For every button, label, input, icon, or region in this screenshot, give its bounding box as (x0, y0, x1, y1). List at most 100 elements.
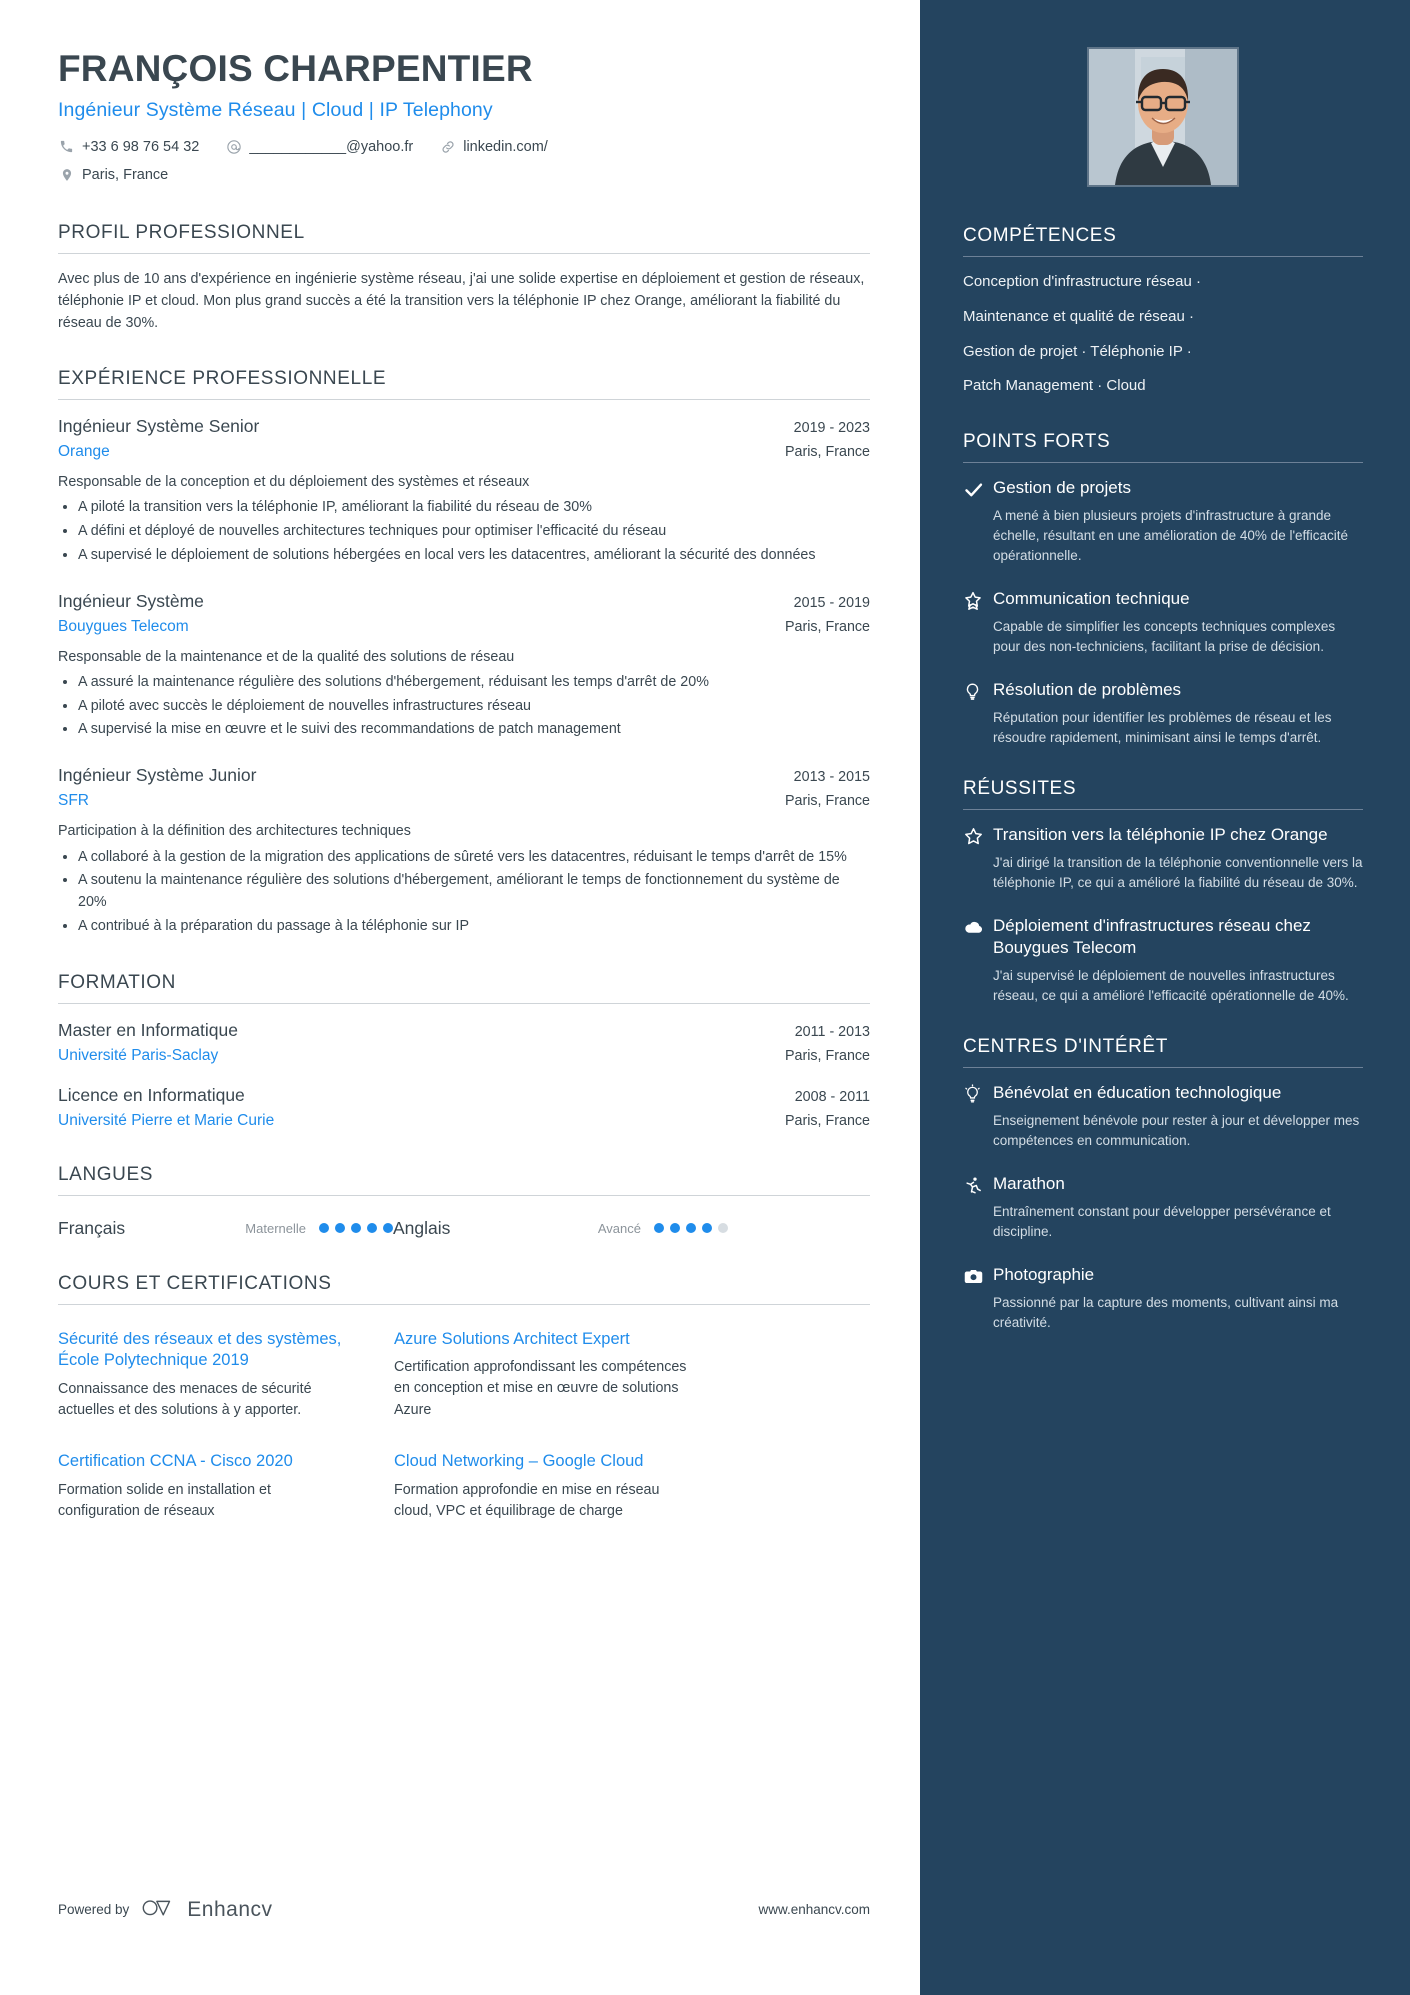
divider (963, 462, 1363, 463)
skill-line: Patch Management · Cloud (963, 377, 1146, 395)
strength-title: Résolution de problèmes (993, 680, 1182, 700)
achievement-title: Déploiement d'infrastructures réseau che… (993, 916, 1311, 958)
experience-entry: Ingénieur Système 2015 - 2019 Bouygues T… (58, 571, 870, 742)
experience-entry: Ingénieur Système Junior 2013 - 2015 SFR… (58, 745, 870, 937)
course-description: Formation approfondie en mise en réseau … (394, 1481, 660, 1519)
strength-item: Résolution de problèmes Réputation pour … (963, 679, 1363, 748)
professional-headline: Ingénieur Système Réseau | Cloud | IP Te… (58, 98, 493, 121)
interest-title: Marathon (993, 1174, 1065, 1194)
section-experience: EXPÉRIENCE PROFESSIONNELLE Ingénieur Sys… (58, 368, 870, 938)
contact-phone[interactable]: +33 6 98 76 54 32 (58, 134, 199, 160)
strength-description: Réputation pour identifier les problèmes… (993, 710, 1332, 746)
strength-title: Communication technique (993, 589, 1190, 608)
rating-dot-empty (718, 1223, 728, 1234)
rating-dot (383, 1223, 393, 1234)
sidebar: COMPÉTENCES Conception d'infrastructure … (920, 0, 1410, 1995)
language-name: Anglais (393, 1217, 451, 1238)
experience-company[interactable]: Bouygues Telecom (58, 618, 189, 636)
sidebar-title-interests: CENTRES D'INTÉRÊT (963, 1036, 1168, 1058)
course-title[interactable]: Cloud Networking – Google Cloud (394, 1451, 692, 1473)
contact-email[interactable]: ____________@yahoo.fr (225, 134, 413, 160)
avatar (1087, 47, 1239, 187)
star-badge-icon (963, 588, 993, 657)
course-item: Certification CCNA - Cisco 2020 Formatio… (58, 1451, 356, 1522)
experience-role: Ingénieur Système Senior (58, 416, 260, 437)
section-courses: COURS ET CERTIFICATIONS Sécurité des rés… (58, 1273, 870, 1545)
course-description: Formation solide en installation et conf… (58, 1482, 271, 1520)
course-title[interactable]: Azure Solutions Architect Expert (394, 1329, 692, 1351)
experience-company[interactable]: Orange (58, 443, 110, 461)
list-item: A défini et déployé de nouvelles archite… (78, 521, 870, 543)
list-item: A contribué à la préparation du passage … (78, 916, 870, 938)
education-degree: Master en Informatique (58, 1019, 238, 1040)
rating-dot (654, 1223, 664, 1234)
language-level: Avancé (597, 1220, 641, 1236)
education-entry: Master en Informatique 2011 - 2013 Unive… (58, 1018, 870, 1065)
course-item: Cloud Networking – Google Cloud Formatio… (394, 1451, 692, 1522)
footer-website[interactable]: www.enhancv.com (758, 1902, 870, 1917)
education-location: Paris, France (784, 1047, 870, 1064)
link-icon (439, 138, 456, 155)
courses-column-left: Sécurité des réseaux et des systèmes, Éc… (58, 1329, 356, 1545)
phone-icon (58, 138, 75, 155)
cloud-icon (963, 915, 993, 1006)
avatar-illustration (1089, 49, 1237, 185)
course-description: Certification approfondissant les compét… (394, 1359, 687, 1418)
experience-dates: 2015 - 2019 (793, 594, 870, 611)
experience-entry: Ingénieur Système Senior 2019 - 2023 Ora… (58, 414, 870, 567)
languages-row: Français Maternelle Anglais Avancé (58, 1210, 870, 1239)
interest-item: Photographie Passionné par la capture de… (963, 1264, 1363, 1333)
course-title[interactable]: Sécurité des réseaux et des systèmes, Éc… (58, 1329, 356, 1373)
language-level: Maternelle (245, 1220, 306, 1236)
camera-icon (963, 1264, 993, 1333)
divider (963, 809, 1363, 811)
courses-grid: Sécurité des réseaux et des systèmes, Éc… (58, 1319, 870, 1545)
experience-location: Paris, France (784, 793, 870, 810)
education-school[interactable]: Université Pierre et Marie Curie (58, 1112, 274, 1130)
strength-title: Gestion de projets (993, 478, 1131, 497)
strength-description: A mené à bien plusieurs projets d'infras… (993, 508, 1349, 564)
contact-linkedin[interactable]: linkedin.com/ (439, 134, 548, 160)
education-entry: Licence en Informatique 2008 - 2011 Univ… (58, 1069, 870, 1130)
education-degree: Licence en Informatique (58, 1084, 245, 1105)
experience-description: Responsable de la maintenance et de la q… (58, 648, 515, 665)
rating-dot (670, 1223, 680, 1234)
language-item-francais: Français Maternelle (58, 1218, 393, 1239)
experience-bullets: A assuré la maintenance régulière des so… (78, 672, 870, 741)
lightbulb-icon (963, 1082, 993, 1151)
section-title-courses: COURS ET CERTIFICATIONS (58, 1272, 332, 1294)
section-title-profile: PROFIL PROFESSIONNEL (58, 221, 305, 243)
experience-bullets: A collaboré à la gestion de la migration… (78, 847, 870, 938)
education-school[interactable]: Université Paris-Saclay (58, 1047, 218, 1065)
sidebar-title-strengths: POINTS FORTS (963, 431, 1111, 452)
experience-location: Paris, France (784, 618, 870, 635)
strength-item: Communication technique Capable de simpl… (963, 588, 1363, 657)
courses-column-right: Azure Solutions Architect Expert Certifi… (394, 1329, 692, 1545)
experience-bullets: A piloté la transition vers la téléphoni… (78, 497, 870, 566)
rating-dot (367, 1223, 377, 1234)
rating-dot (702, 1223, 712, 1234)
language-rating (319, 1223, 393, 1234)
list-item: A assuré la maintenance régulière des so… (78, 672, 870, 694)
rating-dot (335, 1223, 345, 1234)
enhancv-logo-icon (141, 1896, 179, 1923)
star-outline-icon (963, 824, 993, 893)
interest-title: Bénévolat en éducation technologique (993, 1083, 1282, 1103)
divider (963, 256, 1363, 257)
rating-dot (319, 1223, 329, 1234)
skill-line: Maintenance et qualité de réseau · (963, 307, 1194, 325)
interest-item: Marathon Entraînement constant pour déve… (963, 1173, 1363, 1242)
list-item: A supervisé le déploiement de solutions … (78, 545, 870, 567)
experience-location: Paris, France (784, 444, 870, 461)
list-item: A collaboré à la gestion de la migration… (78, 847, 870, 869)
enhancv-brand[interactable]: Enhancv (141, 1896, 272, 1923)
strength-description: Capable de simplifier les concepts techn… (993, 619, 1336, 655)
section-title-experience: EXPÉRIENCE PROFESSIONNELLE (58, 368, 387, 390)
course-title[interactable]: Certification CCNA - Cisco 2020 (58, 1451, 356, 1473)
sidebar-section-achievements: RÉUSSITES Transition vers la téléphonie … (963, 778, 1363, 1006)
experience-company[interactable]: SFR (58, 792, 89, 810)
contact-location: Paris, France (58, 162, 844, 188)
contact-phone-text: +33 6 98 76 54 32 (82, 138, 200, 155)
lightbulb-icon (963, 679, 993, 748)
education-dates: 2008 - 2011 (794, 1088, 870, 1105)
